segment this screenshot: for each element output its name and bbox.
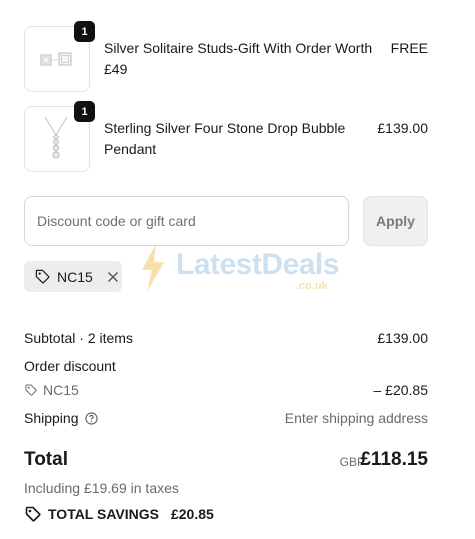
help-circle-icon[interactable] xyxy=(84,411,98,425)
discount-code-wrap: NC15 xyxy=(24,380,79,400)
tag-icon xyxy=(25,384,37,396)
remove-discount-button[interactable] xyxy=(107,271,119,283)
apply-button[interactable]: Apply xyxy=(363,196,428,246)
discount-code-label: NC15 xyxy=(43,382,79,398)
shipping-label: Shipping xyxy=(24,410,79,426)
tag-icon xyxy=(25,506,41,522)
discount-code-input[interactable] xyxy=(24,196,349,246)
item-price: £139.00 xyxy=(377,120,428,136)
applied-discount-chip: NC15 xyxy=(24,261,122,292)
shipping-value: Enter shipping address xyxy=(284,410,428,426)
line-item: 1 Sterling Silver Four Stone Drop Bubble… xyxy=(24,101,428,172)
total-savings-label: TOTAL SAVINGS xyxy=(48,506,159,522)
subtotal-label: Subtotal · 2 items xyxy=(24,330,133,346)
watermark: LatestDeals .co.uk xyxy=(136,242,346,298)
applied-code-label: NC15 xyxy=(57,268,93,285)
quantity-badge: 1 xyxy=(74,21,95,42)
total-amount: £118.15 xyxy=(360,449,428,470)
subtotal-value: £139.00 xyxy=(377,330,428,346)
watermark-text: LatestDeals xyxy=(176,248,339,281)
item-name: Silver Solitaire Studs-Gift With Order W… xyxy=(104,40,373,77)
subtotal-row: Subtotal · 2 items £139.00 xyxy=(24,328,428,348)
discount-code-row: NC15 – £20.85 xyxy=(24,380,428,402)
close-icon[interactable] xyxy=(107,271,119,283)
order-discount-label: Order discount xyxy=(24,358,116,374)
total-label: Total xyxy=(24,449,68,470)
lightning-bolt-icon xyxy=(142,244,164,292)
product-thumbnail: 1 xyxy=(24,21,95,92)
item-name: Sterling Silver Four Stone Drop Bubble P… xyxy=(104,120,346,157)
taxes-note: Including £19.69 in taxes xyxy=(24,480,179,496)
watermark-domain: .co.uk xyxy=(296,280,328,292)
order-discount-row: Order discount xyxy=(24,356,428,376)
total-savings: TOTAL SAVINGS £20.85 xyxy=(24,505,214,523)
item-price: FREE xyxy=(390,40,428,56)
discount-value: – £20.85 xyxy=(373,382,429,398)
quantity-badge: 1 xyxy=(74,101,95,122)
total-savings-value: £20.85 xyxy=(170,506,214,522)
shipping-row: Shipping Enter shipping address xyxy=(24,408,428,428)
tag-icon xyxy=(35,269,50,284)
shipping-label-wrap: Shipping xyxy=(24,408,98,428)
product-thumbnail: 1 xyxy=(24,101,95,172)
line-item: 1 Silver Solitaire Studs-Gift With Order… xyxy=(24,21,428,92)
